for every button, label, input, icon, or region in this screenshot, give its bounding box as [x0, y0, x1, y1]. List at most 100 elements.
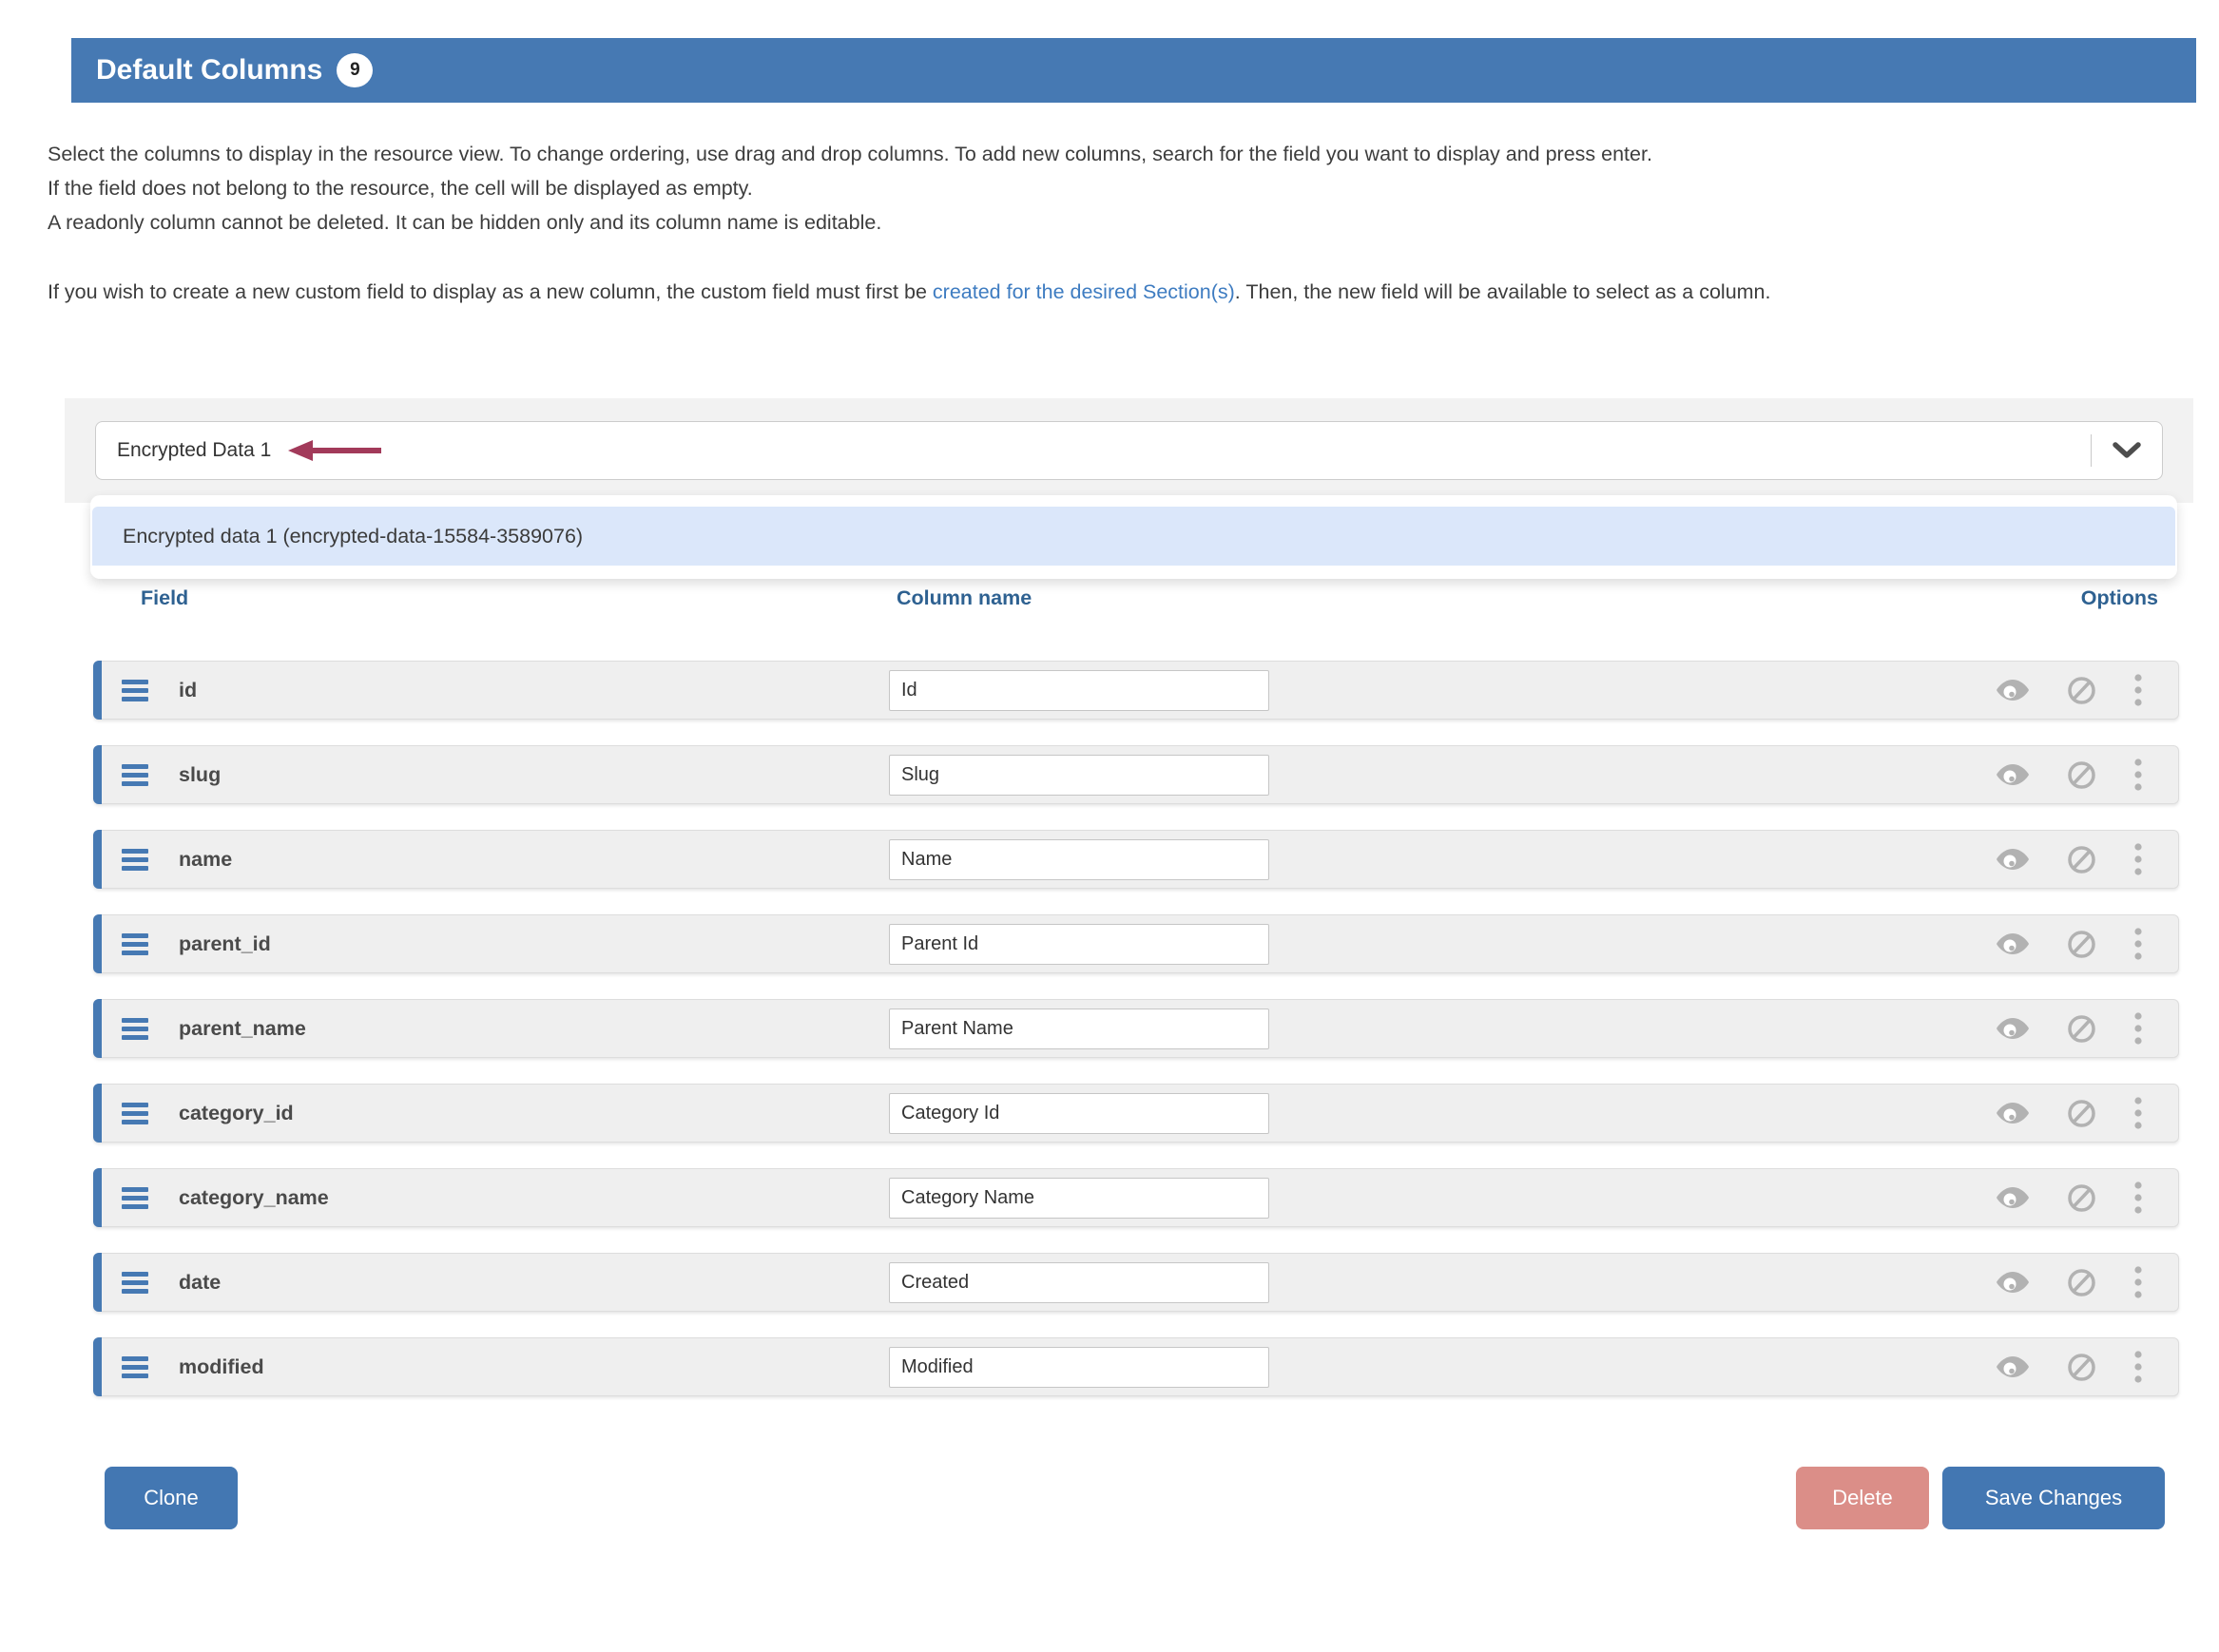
column-row[interactable]: slug: [93, 745, 2179, 804]
kebab-menu-icon[interactable]: [2134, 1181, 2142, 1214]
row-options: [1997, 1338, 2178, 1395]
add-column-section: Encrypted Data 1: [65, 398, 2193, 503]
column-search-input[interactable]: Encrypted Data 1: [95, 421, 2163, 480]
column-name-input[interactable]: [889, 1347, 1269, 1388]
row-accent-bar: [93, 914, 102, 973]
custom-field-note-before: If you wish to create a new custom field…: [48, 280, 933, 303]
suggestion-item-encrypted-data-1[interactable]: Encrypted data 1 (encrypted-data-15584-3…: [92, 507, 2175, 566]
row-accent-bar: [93, 661, 102, 720]
column-row[interactable]: category_name: [93, 1168, 2179, 1227]
block-icon[interactable]: [2067, 1353, 2096, 1382]
column-name-input[interactable]: [889, 1008, 1269, 1049]
column-name-input[interactable]: [889, 670, 1269, 711]
column-name-input[interactable]: [889, 1262, 1269, 1303]
row-accent-bar: [93, 1084, 102, 1143]
drag-handle-icon[interactable]: [122, 1356, 148, 1378]
header-column-name: Column name: [897, 586, 1032, 610]
kebab-menu-icon[interactable]: [2134, 1266, 2142, 1298]
column-name-input[interactable]: [889, 1178, 1269, 1219]
footer-actions: Clone Delete Save Changes: [48, 1467, 2196, 1529]
annotation-left-arrow-icon: [286, 437, 385, 464]
custom-field-note-after: . Then, the new field will be available …: [1235, 280, 1771, 303]
kebab-menu-icon[interactable]: [2134, 928, 2142, 960]
row-options: [1997, 831, 2178, 888]
row-options: [1997, 1254, 2178, 1311]
block-icon[interactable]: [2067, 930, 2096, 959]
drag-handle-icon[interactable]: [122, 764, 148, 786]
row-accent-bar: [93, 1168, 102, 1227]
drag-handle-icon[interactable]: [122, 680, 148, 701]
column-row[interactable]: parent_id: [93, 914, 2179, 973]
kebab-menu-icon[interactable]: [2134, 759, 2142, 791]
row-accent-bar: [93, 999, 102, 1058]
eye-icon[interactable]: [1997, 848, 2029, 871]
panel-header: Default Columns 9: [71, 38, 2196, 103]
column-row[interactable]: category_id: [93, 1084, 2179, 1143]
drag-handle-icon[interactable]: [122, 1018, 148, 1040]
eye-icon[interactable]: [1997, 932, 2029, 955]
column-row[interactable]: parent_name: [93, 999, 2179, 1058]
column-name-input[interactable]: [889, 839, 1269, 880]
block-icon[interactable]: [2067, 1014, 2096, 1044]
column-row[interactable]: modified: [93, 1337, 2179, 1396]
row-options: [1997, 915, 2178, 972]
default-columns-panel: Default Columns 9 Select the columns to …: [0, 38, 2219, 1529]
column-row[interactable]: id: [93, 661, 2179, 720]
block-icon[interactable]: [2067, 1183, 2096, 1213]
row-accent-bar: [93, 745, 102, 804]
column-row[interactable]: date: [93, 1253, 2179, 1312]
save-changes-button[interactable]: Save Changes: [1942, 1467, 2165, 1529]
block-icon[interactable]: [2067, 845, 2096, 874]
column-count-badge: 9: [337, 53, 373, 87]
kebab-menu-icon[interactable]: [2134, 1012, 2142, 1045]
eye-icon[interactable]: [1997, 1271, 2029, 1294]
eye-icon[interactable]: [1997, 1102, 2029, 1124]
search-suggestions-dropdown: Encrypted data 1 (encrypted-data-15584-3…: [90, 495, 2177, 579]
field-name-label: id: [179, 679, 197, 702]
field-name-label: slug: [179, 763, 221, 787]
header-field: Field: [141, 586, 188, 610]
block-icon[interactable]: [2067, 760, 2096, 790]
column-row[interactable]: name: [93, 830, 2179, 889]
rows-list: id: [93, 661, 2196, 1396]
kebab-menu-icon[interactable]: [2134, 674, 2142, 706]
field-name-label: name: [179, 848, 232, 872]
create-custom-field-link[interactable]: created for the desired Section(s): [933, 280, 1235, 303]
column-name-input[interactable]: [889, 1093, 1269, 1134]
eye-icon[interactable]: [1997, 1017, 2029, 1040]
search-divider: [2091, 434, 2092, 467]
block-icon[interactable]: [2067, 1268, 2096, 1297]
drag-handle-icon[interactable]: [122, 933, 148, 955]
field-name-label: parent_id: [179, 932, 271, 956]
drag-handle-icon[interactable]: [122, 1272, 148, 1294]
field-name-label: category_name: [179, 1186, 329, 1210]
delete-button[interactable]: Delete: [1796, 1467, 1929, 1529]
clone-button[interactable]: Clone: [105, 1467, 238, 1529]
kebab-menu-icon[interactable]: [2134, 1351, 2142, 1383]
row-accent-bar: [93, 1337, 102, 1396]
kebab-menu-icon[interactable]: [2134, 843, 2142, 875]
block-icon[interactable]: [2067, 1099, 2096, 1128]
row-options: [1997, 1085, 2178, 1142]
column-name-input[interactable]: [889, 755, 1269, 796]
eye-icon[interactable]: [1997, 763, 2029, 786]
kebab-menu-icon[interactable]: [2134, 1097, 2142, 1129]
row-options: [1997, 1169, 2178, 1226]
eye-icon[interactable]: [1997, 679, 2029, 701]
eye-icon[interactable]: [1997, 1186, 2029, 1209]
search-input-value: Encrypted Data 1: [117, 439, 271, 462]
column-name-input[interactable]: [889, 924, 1269, 965]
row-accent-bar: [93, 830, 102, 889]
field-name-label: modified: [179, 1355, 264, 1379]
columns-table-header: Field Column name Options: [48, 586, 2196, 619]
description-line-2: If the field does not belong to the reso…: [48, 171, 2196, 205]
field-name-label: date: [179, 1271, 221, 1295]
row-options: [1997, 1000, 2178, 1057]
page-title: Default Columns: [96, 54, 322, 86]
drag-handle-icon[interactable]: [122, 849, 148, 871]
drag-handle-icon[interactable]: [122, 1187, 148, 1209]
chevron-down-icon[interactable]: [2113, 442, 2141, 459]
drag-handle-icon[interactable]: [122, 1103, 148, 1124]
eye-icon[interactable]: [1997, 1355, 2029, 1378]
block-icon[interactable]: [2067, 676, 2096, 705]
